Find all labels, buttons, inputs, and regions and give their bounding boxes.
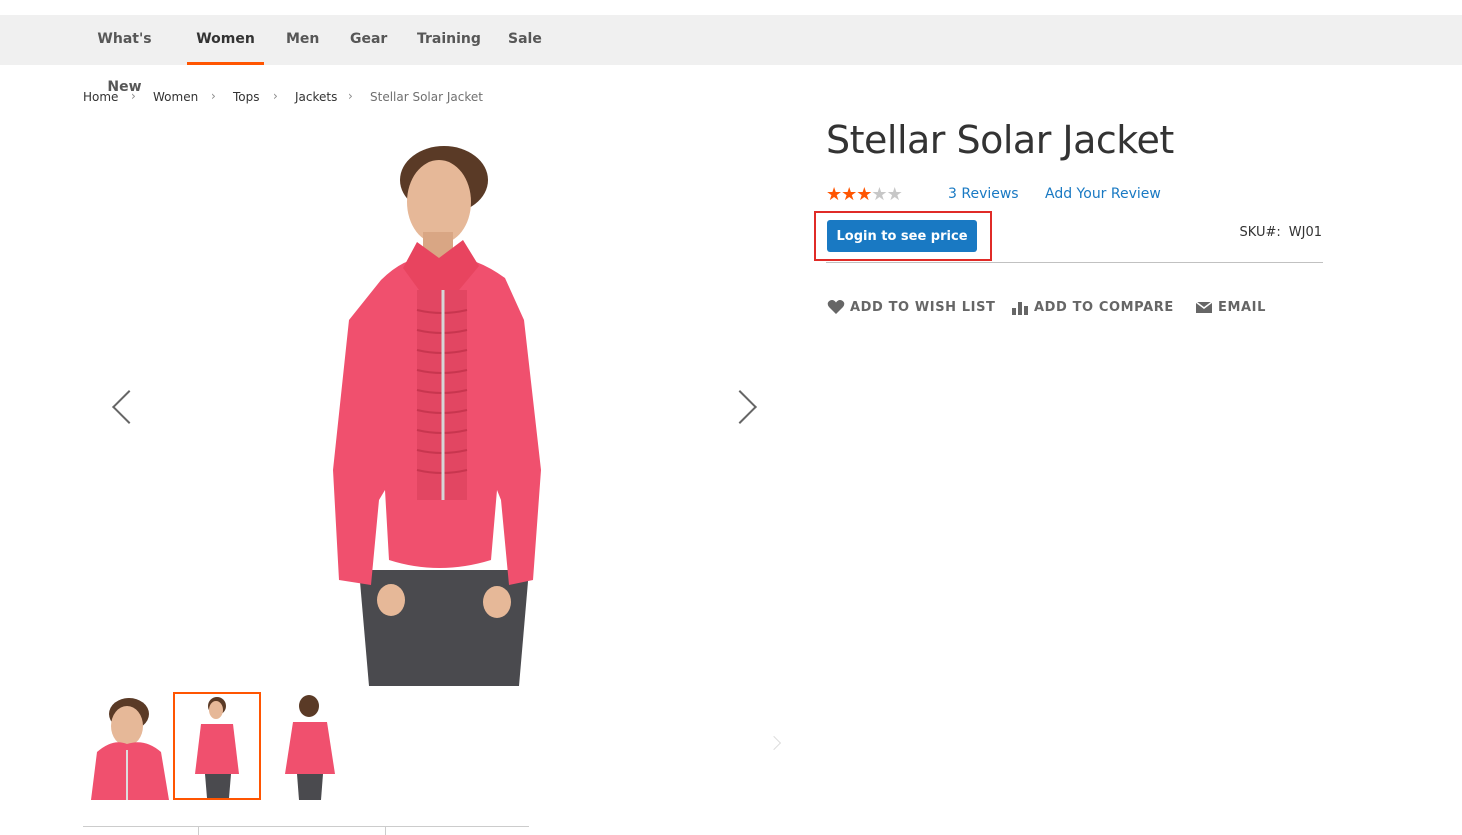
product-main-image — [333, 146, 541, 686]
breadcrumb-current: Stellar Solar Jacket — [370, 90, 483, 104]
login-to-see-price-button[interactable]: Login to see price — [827, 220, 977, 252]
thumbnail-front-closeup[interactable] — [83, 692, 171, 800]
nav-item-whats-new[interactable]: What's New — [83, 15, 166, 95]
breadcrumb-separator: › — [131, 89, 136, 103]
star-empty-icon: ★ — [871, 184, 887, 205]
add-review-link[interactable]: Add Your Review — [1045, 186, 1161, 202]
breadcrumb-women[interactable]: Women — [153, 90, 198, 104]
main-navigation: What's New Women Men Gear Training Sale — [0, 15, 1462, 95]
breadcrumb-separator: › — [348, 89, 353, 103]
star-empty-icon: ★ — [886, 184, 903, 205]
breadcrumb-home[interactable]: Home — [83, 90, 118, 104]
gallery-prev-arrow-icon[interactable] — [112, 390, 146, 424]
heart-icon — [827, 300, 845, 314]
email-label: EMAIL — [1218, 299, 1266, 315]
add-to-wishlist-button[interactable]: ADD TO WISH LIST — [827, 299, 996, 315]
sku-value: WJ01 — [1288, 225, 1322, 240]
star-filled-icon: ★ — [826, 184, 842, 205]
nav-item-men[interactable]: Men — [286, 15, 319, 65]
add-to-compare-button[interactable]: ADD TO COMPARE — [1011, 299, 1174, 315]
info-divider — [826, 262, 1323, 263]
email-button[interactable]: EMAIL — [1195, 299, 1266, 315]
sku-label: SKU#: — [1239, 225, 1281, 240]
star-filled-icon: ★ — [856, 184, 872, 205]
nav-item-training[interactable]: Training — [417, 15, 481, 65]
nav-item-sale[interactable]: Sale — [508, 15, 542, 65]
star-filled-icon: ★ — [841, 184, 857, 205]
wishlist-label: ADD TO WISH LIST — [850, 299, 996, 315]
product-sku: SKU#: WJ01 — [1240, 225, 1322, 240]
breadcrumb-tops[interactable]: Tops — [233, 90, 260, 104]
compare-chart-icon — [1012, 302, 1028, 315]
breadcrumb-separator: › — [273, 89, 278, 103]
thumbnail-front-full[interactable] — [173, 692, 261, 800]
compare-label: ADD TO COMPARE — [1034, 299, 1174, 315]
thumbnail-next-arrow-icon[interactable] — [766, 735, 782, 751]
envelope-icon — [1195, 301, 1213, 313]
nav-item-women[interactable]: Women — [187, 15, 264, 65]
reviews-link[interactable]: 3 Reviews — [948, 186, 1019, 202]
product-title: Stellar Solar Jacket — [826, 118, 1174, 162]
breadcrumb-separator: › — [211, 89, 216, 103]
thumbnail-back-view[interactable] — [265, 692, 353, 800]
nav-item-gear[interactable]: Gear — [350, 15, 387, 65]
thumbnail-strip — [83, 690, 783, 802]
rating-stars: ★★★★★ — [826, 184, 903, 205]
product-gallery — [83, 124, 783, 704]
breadcrumb-jackets[interactable]: Jackets — [295, 90, 337, 104]
gallery-next-arrow-icon[interactable] — [723, 390, 757, 424]
